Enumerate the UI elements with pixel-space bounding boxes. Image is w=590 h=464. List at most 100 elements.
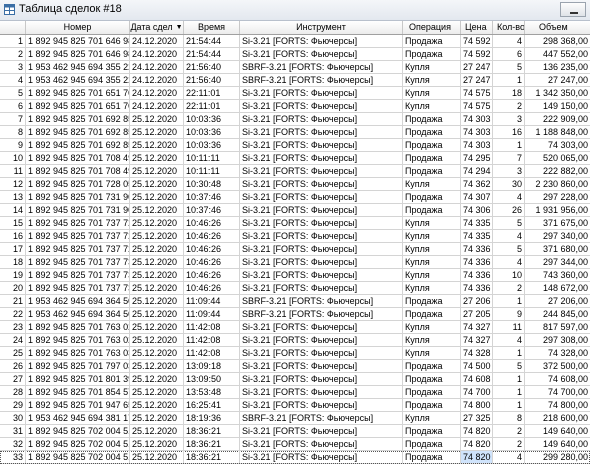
header-time[interactable]: Время bbox=[184, 21, 240, 34]
trade-instrument: Si-3.21 [FORTS: Фьючерсы] bbox=[240, 35, 403, 47]
trade-qty: 1 bbox=[493, 386, 525, 398]
trade-date: 24.12.2020 bbox=[130, 61, 184, 73]
table-row[interactable]: 10 1 892 945 825 701 708 498 25.12.2020 10:… bbox=[0, 152, 590, 165]
trade-instrument: Si-3.21 [FORTS: Фьючерсы] bbox=[240, 347, 403, 359]
row-index: 25 bbox=[0, 347, 26, 359]
trade-number: 1 892 945 825 701 763 030 bbox=[28, 347, 130, 359]
table-row[interactable]: 31 953 462 945 694 355 226 24.12.2020 21:5… bbox=[0, 61, 590, 74]
trade-price: 74 303 bbox=[461, 139, 493, 151]
table-row[interactable]: 15 1 892 945 825 701 737 727 25.12.2020 10:… bbox=[0, 217, 590, 230]
row-index: 10 bbox=[0, 152, 26, 164]
header-instrument[interactable]: Инструмент bbox=[240, 21, 403, 34]
table-row[interactable]: 19 1 892 945 825 701 737 731 25.12.2020 10:… bbox=[0, 269, 590, 282]
trades-window: Таблица сделок #18 Номер Дата сдел ▼ Врем… bbox=[0, 0, 590, 464]
trade-time: 18:36:21 bbox=[184, 425, 240, 437]
row-index: 3 bbox=[0, 61, 26, 73]
trade-operation: Продажа bbox=[403, 139, 461, 151]
trade-date: 25.12.2020 bbox=[130, 230, 184, 242]
trade-time: 18:19:36 bbox=[184, 412, 240, 424]
table-row[interactable]: 20 1 892 945 825 701 737 732 25.12.2020 10:… bbox=[0, 282, 590, 295]
table-row[interactable]: 29 1 892 945 825 701 947 651 25.12.2020 16:… bbox=[0, 399, 590, 412]
table-row[interactable]: 51 892 945 825 701 651 706 24.12.2020 22:1… bbox=[0, 87, 590, 100]
trade-instrument: Si-3.21 [FORTS: Фьючерсы] bbox=[240, 87, 403, 99]
trade-volume: 148 672,00 bbox=[542, 283, 588, 293]
title-bar[interactable]: Таблица сделок #18 bbox=[0, 0, 590, 21]
header-volume[interactable]: Объем bbox=[525, 21, 590, 34]
table-row[interactable]: 13 1 892 945 825 701 731 902 25.12.2020 10:… bbox=[0, 191, 590, 204]
trade-operation: Продажа bbox=[403, 308, 461, 320]
header-row-number[interactable] bbox=[0, 21, 26, 34]
trade-instrument: Si-3.21 [FORTS: Фьючерсы] bbox=[240, 334, 403, 346]
table-row[interactable]: 18 1 892 945 825 701 737 730 25.12.2020 10:… bbox=[0, 256, 590, 269]
table-row[interactable]: 26 1 892 945 825 701 797 034 25.12.2020 13:… bbox=[0, 360, 590, 373]
trade-date: 25.12.2020 bbox=[130, 438, 184, 450]
trade-qty: 18 bbox=[493, 87, 525, 99]
trade-operation: Купля bbox=[403, 61, 461, 73]
trade-instrument: Si-3.21 [FORTS: Фьючерсы] bbox=[240, 100, 403, 112]
header-date[interactable]: Дата сдел ▼ bbox=[130, 21, 184, 34]
table-row[interactable]: 24 1 892 945 825 701 763 029 25.12.2020 11:… bbox=[0, 334, 590, 347]
trade-qty: 4 bbox=[493, 256, 525, 268]
trade-volume: 297 308,00 bbox=[542, 335, 588, 345]
table-row[interactable]: 21 892 945 825 701 646 982 24.12.2020 21:5… bbox=[0, 48, 590, 61]
table-row[interactable]: 23 1 892 945 825 701 763 028 25.12.2020 11:… bbox=[0, 321, 590, 334]
table-row[interactable]: 28 1 892 945 825 701 854 571 25.12.2020 13:… bbox=[0, 386, 590, 399]
row-index: 4 bbox=[0, 74, 26, 86]
table-row[interactable]: 32 1 892 945 825 702 004 515 25.12.2020 18:… bbox=[0, 438, 590, 451]
header-operation[interactable]: Операция bbox=[403, 21, 461, 34]
trade-operation: Купля bbox=[403, 74, 461, 86]
table-row[interactable]: 16 1 892 945 825 701 737 728 25.12.2020 10:… bbox=[0, 230, 590, 243]
trade-date: 25.12.2020 bbox=[130, 217, 184, 229]
trade-volume: 149 640,00 bbox=[542, 426, 588, 436]
trade-price: 74 575 bbox=[461, 100, 493, 112]
trade-price: 74 820 bbox=[461, 451, 493, 463]
table-row[interactable]: 30 1 953 462 945 694 381 177 25.12.2020 18:… bbox=[0, 412, 590, 425]
table-row[interactable]: 33 1 892 945 825 702 004 516 25.12.2020 18:… bbox=[0, 451, 590, 464]
table-row[interactable]: 31 1 892 945 825 702 004 514 25.12.2020 18:… bbox=[0, 425, 590, 438]
header-num[interactable]: Номер bbox=[26, 21, 130, 34]
table-row[interactable]: 17 1 892 945 825 701 737 729 25.12.2020 10:… bbox=[0, 243, 590, 256]
table-row[interactable]: 14 1 892 945 825 701 731 903 25.12.2020 10:… bbox=[0, 204, 590, 217]
trade-volume: 74 608,00 bbox=[547, 374, 588, 384]
trade-volume: 297 340,00 bbox=[542, 231, 588, 241]
trade-instrument: Si-3.21 [FORTS: Фьючерсы] bbox=[240, 451, 403, 463]
table-row[interactable]: 71 892 945 825 701 692 851 25.12.2020 10:0… bbox=[0, 113, 590, 126]
header-price[interactable]: Цена bbox=[461, 21, 493, 34]
table-row[interactable]: 91 892 945 825 701 692 853 25.12.2020 10:0… bbox=[0, 139, 590, 152]
table-row[interactable]: 27 1 892 945 825 701 801 395 25.12.2020 13:… bbox=[0, 373, 590, 386]
table-row[interactable]: 12 1 892 945 825 701 728 053 25.12.2020 10:… bbox=[0, 178, 590, 191]
trade-qty: 1 bbox=[493, 139, 525, 151]
trade-price: 74 800 bbox=[461, 399, 493, 411]
table-row[interactable]: 41 953 462 945 694 355 227 24.12.2020 21:5… bbox=[0, 74, 590, 87]
trade-time: 13:53:48 bbox=[184, 386, 240, 398]
table-row[interactable]: 21 1 953 462 945 694 364 506 25.12.2020 11:… bbox=[0, 295, 590, 308]
trade-number: 1 953 462 945 694 355 227 bbox=[28, 74, 130, 86]
table-row[interactable]: 11 892 945 825 701 646 981 24.12.2020 21:5… bbox=[0, 35, 590, 48]
table-row[interactable]: 81 892 945 825 701 692 852 25.12.2020 10:0… bbox=[0, 126, 590, 139]
trade-number: 1 892 945 825 701 708 499 bbox=[28, 165, 130, 177]
row-index: 21 bbox=[0, 295, 26, 307]
row-index: 13 bbox=[0, 191, 26, 203]
trade-price: 74 820 bbox=[461, 425, 493, 437]
trade-time: 10:11:11 bbox=[184, 152, 240, 164]
trade-date: 25.12.2020 bbox=[130, 152, 184, 164]
minimize-button[interactable] bbox=[560, 2, 586, 17]
trade-time: 10:30:48 bbox=[184, 178, 240, 190]
trade-date: 24.12.2020 bbox=[130, 74, 184, 86]
trade-price: 74 592 bbox=[461, 48, 493, 60]
trade-qty: 3 bbox=[493, 113, 525, 125]
trade-time: 11:42:08 bbox=[184, 321, 240, 333]
trade-price: 74 336 bbox=[461, 243, 493, 255]
trade-qty: 3 bbox=[493, 165, 525, 177]
table-row[interactable]: 61 892 945 825 701 651 707 24.12.2020 22:1… bbox=[0, 100, 590, 113]
table-row[interactable]: 22 1 953 462 945 694 364 507 25.12.2020 11:… bbox=[0, 308, 590, 321]
row-index: 28 bbox=[0, 386, 26, 398]
trade-volume: 1 931 956,00 bbox=[535, 205, 588, 215]
trade-volume: 27 247,00 bbox=[547, 75, 588, 85]
header-qty[interactable]: Кол-во bbox=[493, 21, 525, 34]
table-row[interactable]: 25 1 892 945 825 701 763 030 25.12.2020 11:… bbox=[0, 347, 590, 360]
row-index: 20 bbox=[0, 282, 26, 294]
trade-volume: 297 344,00 bbox=[542, 257, 588, 267]
trade-volume: 520 065,00 bbox=[542, 153, 588, 163]
table-row[interactable]: 11 1 892 945 825 701 708 499 25.12.2020 10:… bbox=[0, 165, 590, 178]
